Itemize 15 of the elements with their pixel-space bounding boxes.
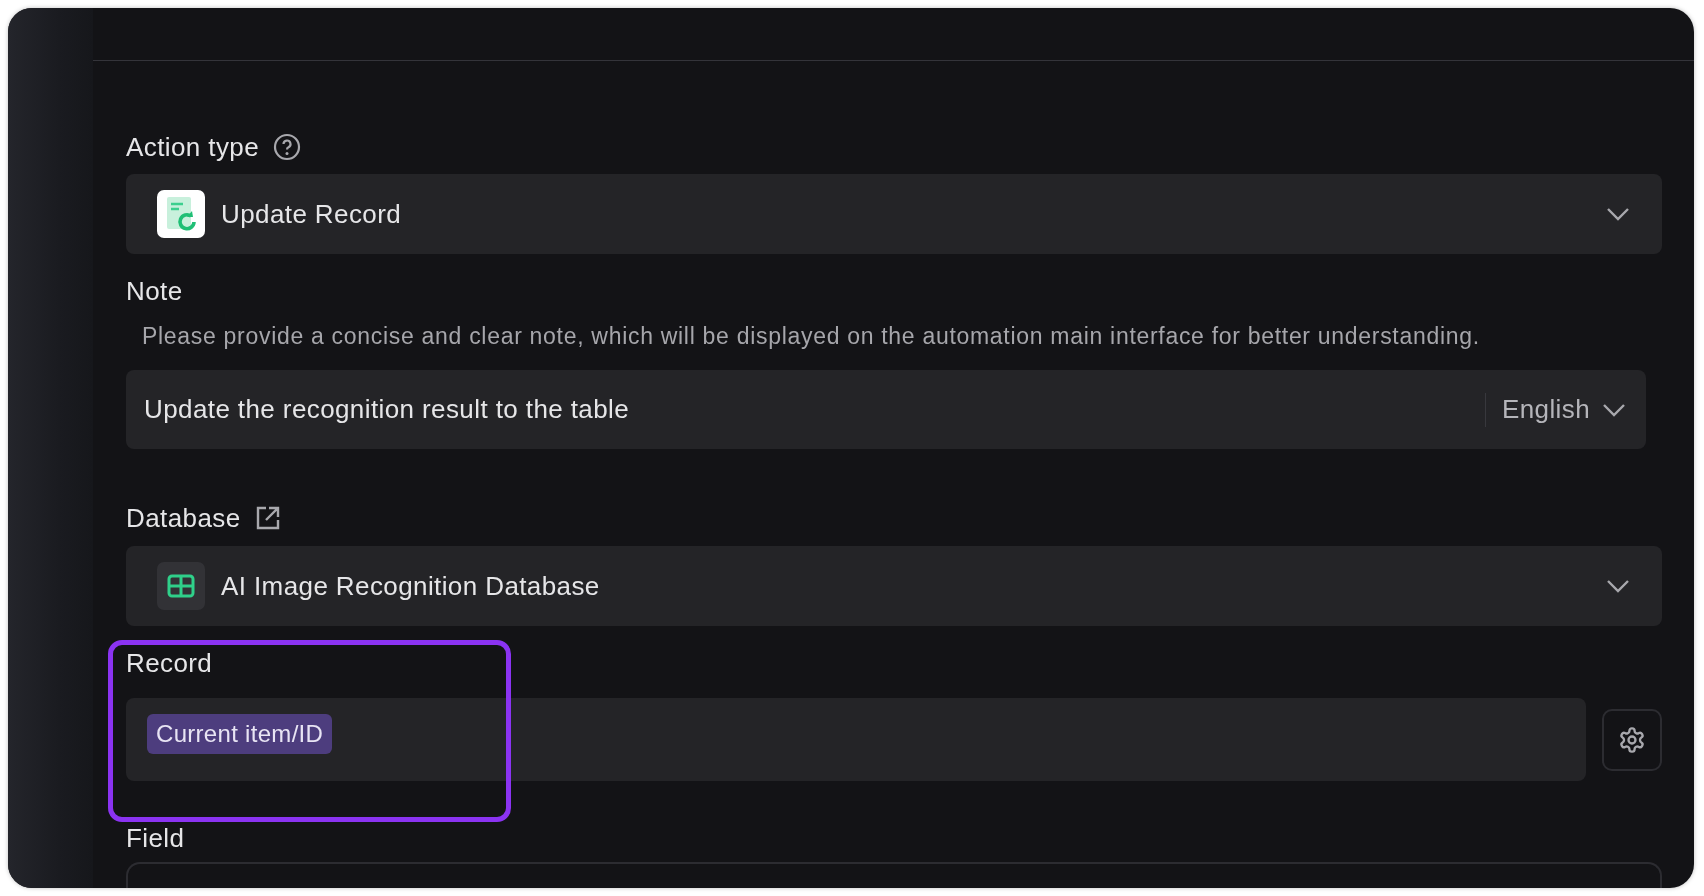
select-value: Update Record — [221, 198, 403, 230]
field-label: Field — [126, 825, 185, 851]
field-label: Database — [126, 505, 241, 531]
language-select[interactable]: English — [1484, 392, 1626, 427]
field-label: Record — [126, 650, 213, 676]
record-field[interactable]: Current item/ID — [126, 698, 1586, 781]
note-hint: Please provide a concise and clear note, which will be displayed on the automation main interface for better understanding. — [141, 322, 1481, 351]
variable-token: Current item/ID — [147, 714, 333, 754]
note-value: Update the recognition result to the table — [144, 394, 631, 425]
database-select[interactable]: AI Image Recognition Database — [126, 546, 1662, 626]
note-field[interactable]: Update the recognition result to the table English — [126, 370, 1646, 449]
select-value: AI Image Recognition Database — [221, 570, 601, 602]
field-label: Action type — [126, 134, 260, 160]
field-label: Note — [126, 278, 183, 304]
action-type-select[interactable]: Update Record — [126, 174, 1662, 254]
